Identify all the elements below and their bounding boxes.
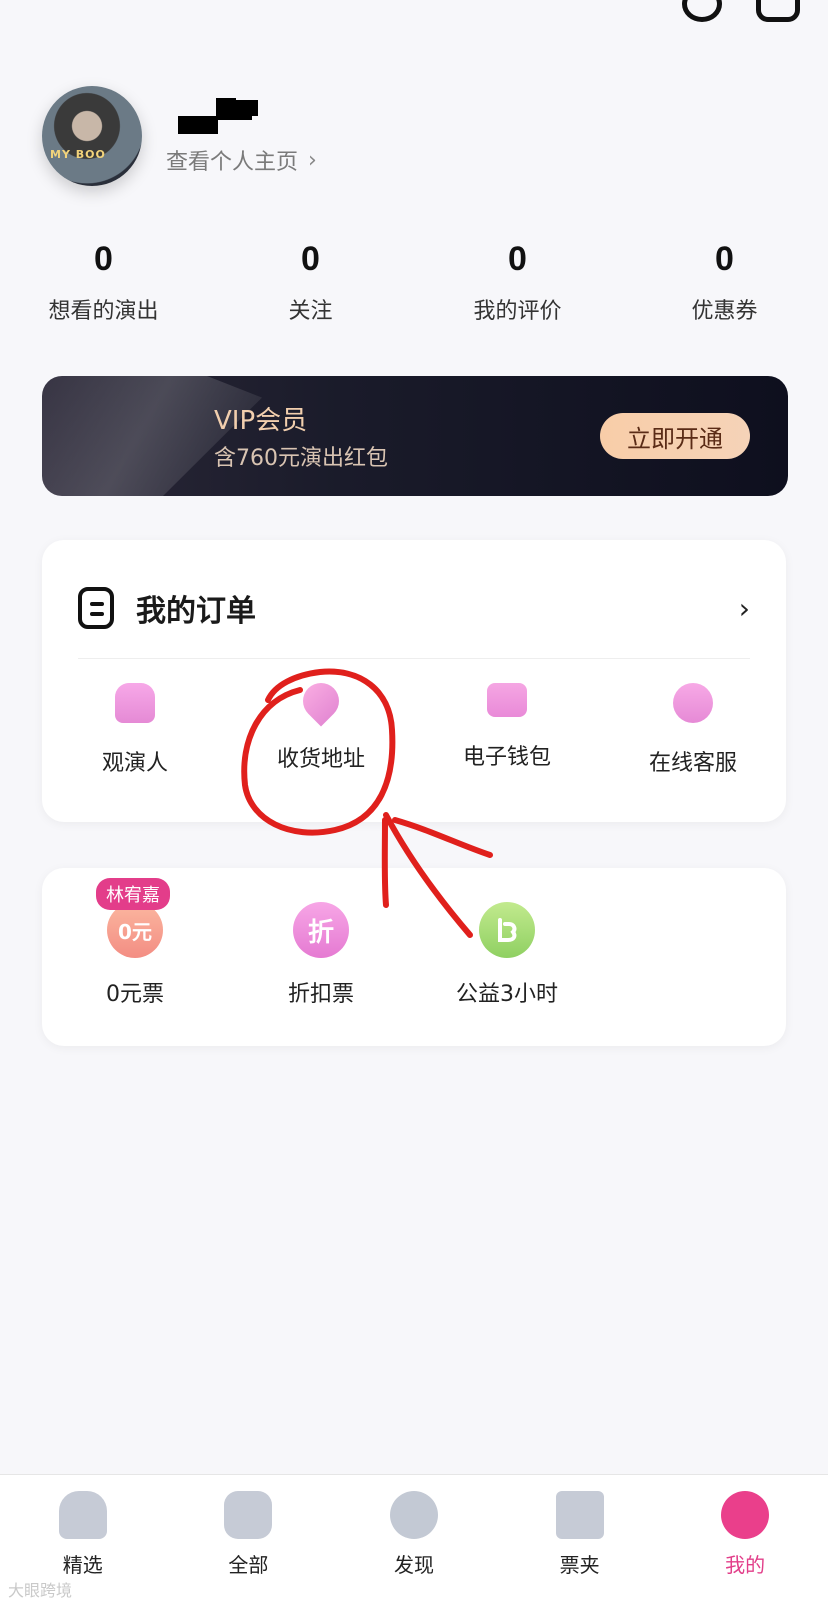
benefit-label: 公益3小时: [456, 982, 558, 1007]
tab-label: 我的: [725, 1553, 766, 1577]
tab-label: 精选: [62, 1553, 103, 1577]
free-ticket-icon: 0元: [107, 902, 163, 958]
username-redacted: [178, 96, 268, 136]
benefit-badge: 林宥嘉: [96, 878, 170, 910]
stat-label: 优惠券: [691, 299, 758, 324]
tab-label: 全部: [228, 1553, 269, 1577]
view-profile-label: 查看个人主页: [166, 150, 299, 175]
orders-title: 我的订单: [136, 594, 256, 629]
vip-subtitle: 含760元演出红包: [214, 446, 388, 471]
location-pin-icon: [295, 675, 347, 727]
stat-label: 关注: [288, 299, 333, 324]
order-item-wallet[interactable]: 电子钱包: [414, 683, 600, 777]
tab-tickets[interactable]: 票夹: [497, 1475, 663, 1605]
order-item-label: 电子钱包: [462, 745, 551, 770]
order-list-icon: [78, 587, 114, 629]
watermark: 大眼跨境: [8, 1581, 73, 1600]
ticket-icon: [555, 1491, 604, 1539]
stats-row: 0 想看的演出 0 关注 0 我的评价 0 优惠券: [0, 240, 828, 325]
orders-grid: 观演人 收货地址 电子钱包 在线客服: [42, 675, 786, 777]
category-icon: [224, 1491, 273, 1539]
divider: [78, 658, 750, 659]
benefit-label: 0元票: [106, 982, 164, 1007]
tab-all[interactable]: 全部: [166, 1475, 332, 1605]
tab-me[interactable]: 我的: [662, 1475, 828, 1605]
order-item-address[interactable]: 收货地址: [228, 675, 414, 777]
tab-discover[interactable]: 发现: [331, 1475, 497, 1605]
avatar[interactable]: MY BOO: [42, 86, 142, 186]
vip-activate-button[interactable]: 立即开通: [600, 413, 750, 459]
order-item-service[interactable]: 在线客服: [600, 683, 786, 777]
order-item-label: 在线客服: [648, 751, 737, 776]
message-icon[interactable]: [756, 0, 800, 22]
tab-label: 发现: [393, 1553, 434, 1577]
tab-label: 票夹: [559, 1553, 600, 1577]
stat-want-to-see[interactable]: 0 想看的演出: [0, 240, 207, 325]
profile-header[interactable]: MY BOO 查看个人主页 ›: [42, 86, 317, 186]
top-right-icons: [682, 0, 800, 22]
charity-icon: [479, 902, 535, 958]
chevron-right-icon: ›: [738, 591, 750, 625]
benefit-discount-ticket[interactable]: 折 折扣票: [228, 902, 414, 1008]
bottom-tab-bar: 精选 全部 发现 票夹 我的: [0, 1474, 828, 1605]
profile-icon: [721, 1491, 770, 1539]
stat-coupons[interactable]: 0 优惠券: [621, 240, 828, 325]
order-item-label: 收货地址: [276, 747, 365, 772]
view-profile-link[interactable]: 查看个人主页 ›: [166, 144, 317, 176]
profile-info: 查看个人主页 ›: [166, 96, 317, 176]
discount-icon: 折: [293, 902, 349, 958]
vip-title: VIP会员: [214, 406, 308, 436]
stat-reviews[interactable]: 0 我的评价: [414, 240, 621, 325]
avatar-caption: MY BOO: [50, 148, 106, 161]
customer-service-icon: [673, 683, 713, 723]
home-icon: [58, 1491, 107, 1539]
stat-value: 0: [715, 240, 734, 278]
benefits-card: 林宥嘉 0元 0元票 折 折扣票 公益3小时: [42, 868, 786, 1046]
orders-card: 我的订单 › 观演人 收货地址 电子钱包 在线客服: [42, 540, 786, 822]
orders-header[interactable]: 我的订单 ›: [42, 540, 786, 640]
wallet-icon: [487, 683, 527, 717]
stat-label: 我的评价: [473, 299, 562, 324]
stat-value: 0: [301, 240, 320, 278]
order-item-label: 观演人: [101, 751, 168, 776]
stat-label: 想看的演出: [48, 299, 159, 324]
discover-icon: [389, 1491, 438, 1539]
benefits-grid: 林宥嘉 0元 0元票 折 折扣票 公益3小时: [42, 868, 786, 1008]
person-icon: [115, 683, 155, 723]
vip-banner[interactable]: VIP会员 含760元演出红包 立即开通: [42, 376, 788, 496]
stat-following[interactable]: 0 关注: [207, 240, 414, 325]
stat-value: 0: [508, 240, 527, 278]
benefit-charity[interactable]: 公益3小时: [414, 902, 600, 1008]
order-item-audience[interactable]: 观演人: [42, 683, 228, 777]
chevron-right-icon: ›: [308, 147, 317, 173]
stat-value: 0: [94, 240, 113, 278]
benefit-free-ticket[interactable]: 林宥嘉 0元 0元票: [42, 878, 228, 1008]
settings-icon[interactable]: [682, 0, 722, 22]
benefit-label: 折扣票: [287, 982, 354, 1007]
